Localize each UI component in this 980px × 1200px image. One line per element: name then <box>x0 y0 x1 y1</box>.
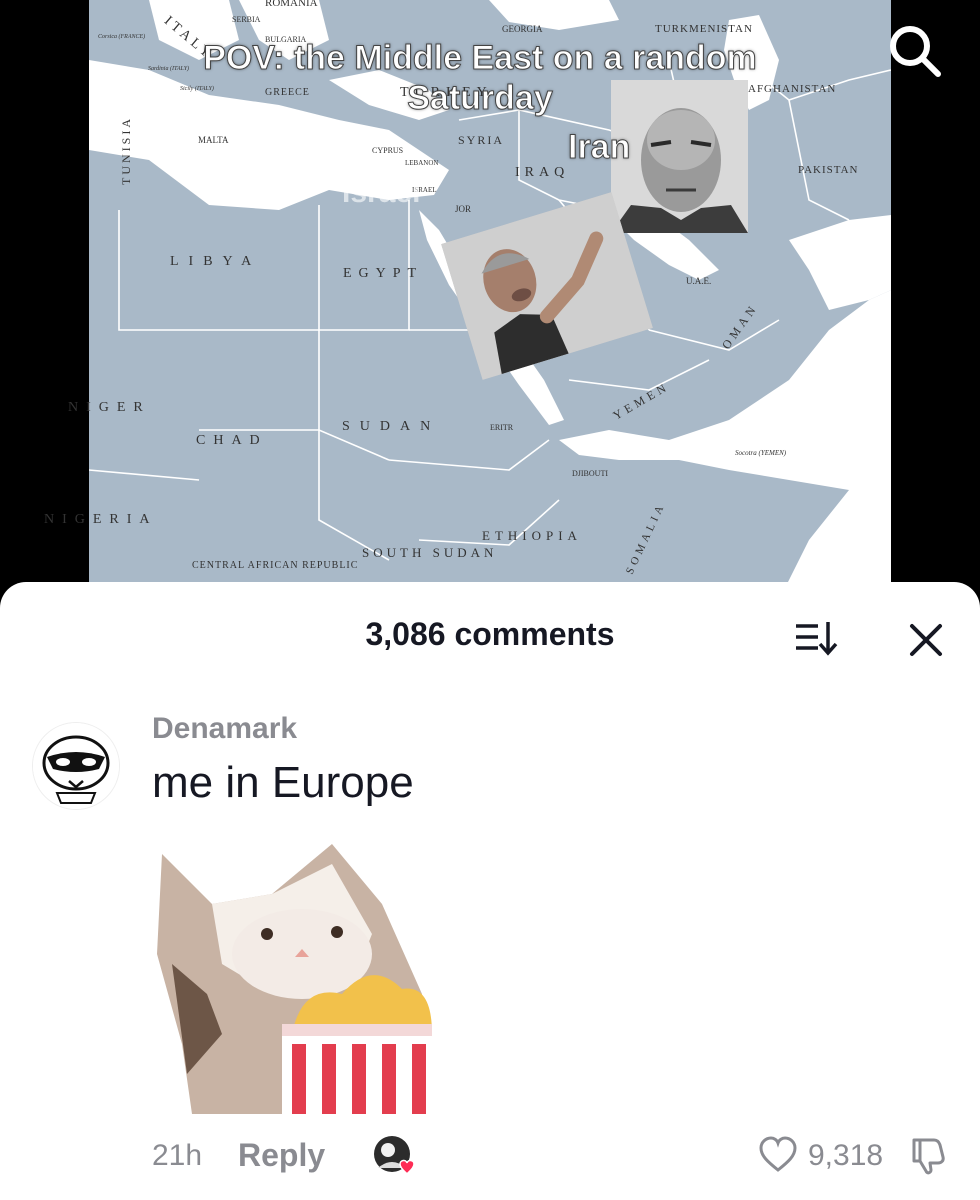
map-label-socotra: Socotra (YEMEN) <box>735 449 787 457</box>
comment-text: me in Europe <box>152 758 414 807</box>
video-caption: POV: the Middle East on a random Saturda… <box>203 39 758 118</box>
map-label-chad: CHAD <box>196 433 268 448</box>
search-icon[interactable] <box>882 18 946 82</box>
like-count: 9,318 <box>808 1139 884 1172</box>
map-label-iraq: IRAQ <box>515 165 569 180</box>
map-label-uae: U.A.E. <box>686 276 711 286</box>
map-label-serbia: SERBIA <box>232 15 261 24</box>
map-label-georgia: GEORGIA <box>502 24 543 34</box>
map-label-libya: LIBYA <box>170 254 261 269</box>
reply-button[interactable]: Reply <box>238 1137 325 1174</box>
map-label-djibouti: DJIBOUTI <box>572 469 608 478</box>
map-label-egypt: EGYPT <box>343 266 423 281</box>
comment-username[interactable]: Denamark <box>152 712 297 746</box>
map-label-niger: NIGER <box>68 400 151 415</box>
creator-liked-badge-icon <box>372 1134 416 1178</box>
map-label-cyprus: CYPRUS <box>372 146 403 155</box>
comment-timestamp: 21h <box>152 1139 203 1172</box>
map-label-sudan: SUDAN <box>342 419 440 434</box>
sort-icon[interactable] <box>792 618 840 658</box>
map-label-tunisia: TUNISIA <box>119 116 133 185</box>
close-icon[interactable] <box>904 618 948 662</box>
map-label-oman: OMAN <box>719 301 761 352</box>
dislike-icon[interactable] <box>906 1135 948 1177</box>
map-label-nigeria: NIGERIA <box>44 512 158 527</box>
map-label-turkmenistan: TURKMENISTAN <box>655 23 753 35</box>
map-label-somalia: SOMALIA <box>624 500 668 576</box>
heart-icon[interactable] <box>758 1135 798 1175</box>
iran-caption: Iran <box>567 128 631 167</box>
map-label-eritrea: ERITR <box>490 423 514 432</box>
map-label-south-sudan: SOUTH SUDAN <box>362 545 497 560</box>
map-label-lebanon: LEBANON <box>405 159 438 167</box>
map-label-corsica: Corsica (FRANCE) <box>98 33 145 40</box>
map-label-jordan: JOR <box>455 204 471 214</box>
map-label-syria: SYRIA <box>458 133 504 147</box>
map-label-pakistan: PAKISTAN <box>798 164 859 176</box>
map-label-ethiopia: ETHIOPIA <box>482 528 582 543</box>
avatar[interactable] <box>32 722 120 810</box>
map-label-malta: MALTA <box>198 135 229 145</box>
comments-sheet: 3,086 comments Denamark me in Europe 21h… <box>0 582 980 1200</box>
map-label-car: CENTRAL AFRICAN REPUBLIC <box>192 560 358 571</box>
map-label-yemen: YEMEN <box>611 379 672 422</box>
map-label-romania: ROMANIA <box>265 0 318 9</box>
comment-sticker-image <box>152 844 432 1114</box>
video-player[interactable]: TURKMENISTAN AFGHANISTAN PAKISTAN GEORGI… <box>0 0 980 600</box>
israel-caption: Israel <box>342 176 421 209</box>
